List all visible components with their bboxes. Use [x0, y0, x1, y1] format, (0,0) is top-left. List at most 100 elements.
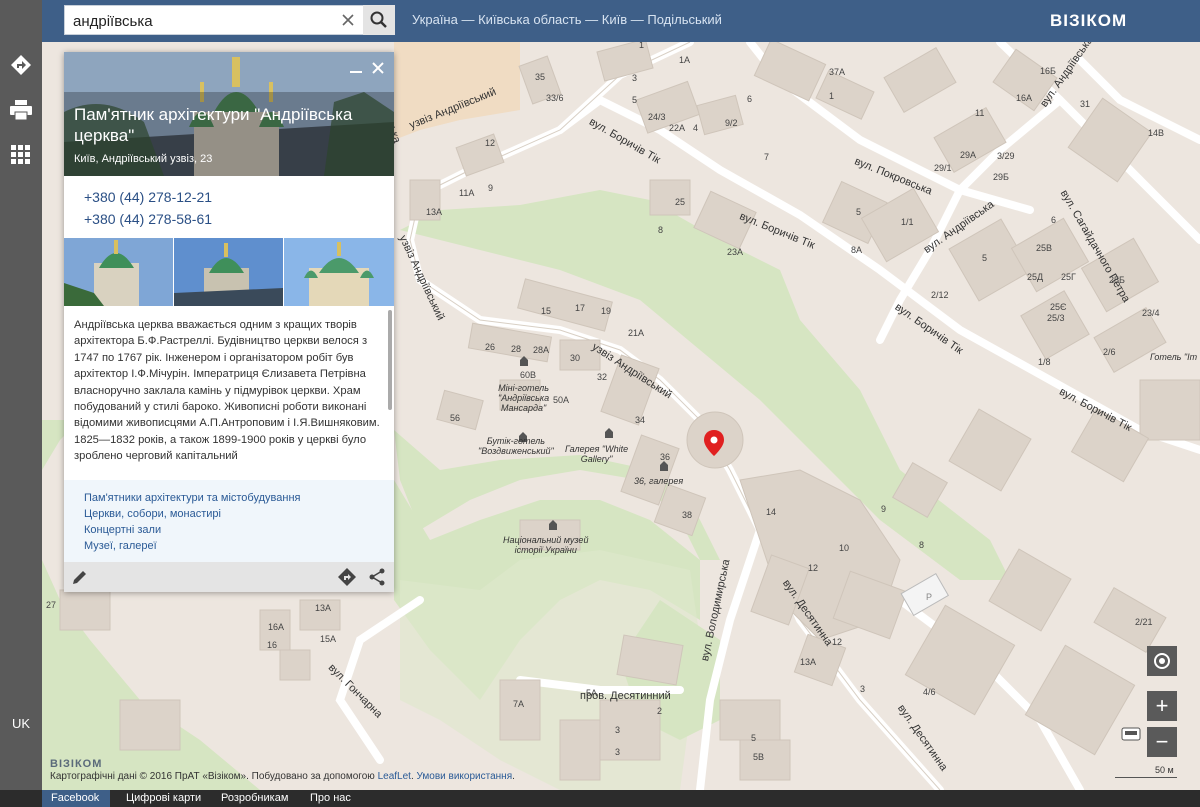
category-link[interactable]: Музеї, галереї — [84, 540, 157, 552]
breadcrumb-item-region[interactable]: Київська область — [478, 12, 581, 27]
house-number: 30 — [570, 353, 581, 363]
house-number: 5 — [751, 733, 757, 743]
house-number: 6 — [747, 94, 753, 104]
house-number: 32 — [597, 372, 608, 382]
house-number: 17 — [575, 303, 586, 313]
phone-link[interactable]: +380 (44) 278-58-61 — [84, 211, 212, 227]
locate-icon — [1154, 653, 1170, 669]
search-box — [64, 5, 364, 35]
close-icon — [342, 14, 354, 26]
house-number: 25Є — [1050, 302, 1067, 312]
phone-link[interactable]: +380 (44) 278-12-21 — [84, 189, 212, 205]
house-number: 36 — [660, 452, 671, 462]
language-switch[interactable]: UK — [0, 716, 42, 731]
house-number: 23/4 — [1142, 308, 1160, 318]
top-bar: Україна — Київська область — Київ — Поді… — [0, 0, 1200, 42]
house-number: 16А — [268, 622, 285, 632]
house-number: 1/8 — [1038, 357, 1051, 367]
apps-grid-icon — [11, 145, 30, 164]
edit-button[interactable] — [70, 567, 90, 587]
house-number: 24/3 — [648, 112, 666, 122]
poi-label[interactable]: Національний музей історії України — [503, 535, 588, 555]
route-icon — [11, 55, 31, 75]
zoom-in-button[interactable]: + — [1147, 691, 1177, 721]
place-title: Пам'ятник архітектури "Андріївська церкв… — [74, 105, 353, 145]
pencil-icon — [73, 571, 86, 584]
terms-link[interactable]: Умови використання — [417, 771, 513, 782]
house-number: 28А — [533, 345, 550, 355]
apps-button[interactable] — [6, 140, 36, 170]
breadcrumb-item-city[interactable]: Київ — [602, 12, 627, 27]
leaflet-link[interactable]: LeafLet — [378, 771, 411, 782]
poi-label[interactable]: 36, галерея — [634, 476, 683, 486]
poi-label[interactable]: Міні-готель "Андріївська Мансарда" — [498, 383, 549, 413]
panel-header: Пам'ятник архітектури "Андріївська церкв… — [64, 52, 394, 176]
house-number: 16Б — [1040, 66, 1056, 76]
poi-label[interactable]: Готель "Im — [1150, 352, 1197, 362]
breadcrumb: Україна — Київська область — Київ — Поді… — [412, 12, 722, 27]
breadcrumb-item-district[interactable]: Подільський — [647, 12, 722, 27]
gallery-photo[interactable] — [174, 238, 283, 306]
house-number: 3 — [615, 725, 621, 735]
house-number: 8А — [851, 245, 863, 255]
house-number: 29/1 — [934, 163, 952, 173]
house-number: 1А — [679, 55, 691, 65]
clear-search-button[interactable] — [334, 5, 362, 35]
footer-link-developers[interactable]: Розробникам — [221, 792, 288, 804]
poi-label[interactable]: Галерея "White Gallery" — [565, 444, 628, 464]
route-to-button[interactable] — [337, 567, 357, 587]
locate-me-button[interactable] — [1147, 646, 1177, 676]
house-number: 1/1 — [901, 217, 914, 227]
panel-footer — [64, 562, 394, 592]
svg-text:P: P — [926, 592, 932, 602]
search-input[interactable] — [73, 10, 333, 32]
photo-gallery — [64, 238, 394, 306]
house-number: 8 — [658, 225, 664, 235]
route-button[interactable] — [6, 50, 36, 80]
place-address: Київ, Андріївський узвіз, 23 — [74, 153, 213, 165]
minimize-panel-button[interactable] — [346, 58, 366, 78]
map-logo: ВІЗІКОМ — [50, 758, 103, 770]
left-toolbar: UK — [0, 0, 42, 790]
house-number: 13А — [426, 207, 443, 217]
house-number: 1 — [639, 42, 645, 50]
house-number: 3 — [615, 747, 621, 757]
description-scrollbar[interactable] — [388, 310, 392, 410]
house-number: 13А — [800, 657, 817, 667]
house-number: 33/6 — [546, 93, 564, 103]
house-number: 5 — [856, 207, 862, 217]
footer-link-maps[interactable]: Цифрові карти — [126, 792, 201, 804]
brand-logo[interactable]: ВІЗІКОМ — [1050, 11, 1127, 31]
house-number: 35 — [535, 72, 546, 82]
poi-label[interactable]: Бутік-готель "Воздвиженський" — [478, 436, 554, 456]
house-number: 25В — [1036, 243, 1053, 253]
house-number: 25Б — [1109, 275, 1125, 285]
house-number: 28 — [511, 344, 522, 354]
gallery-photo[interactable] — [284, 238, 394, 306]
house-number: 7 — [764, 152, 770, 162]
close-panel-button[interactable] — [368, 58, 388, 78]
gallery-photo[interactable] — [64, 238, 173, 306]
house-number: 3 — [860, 684, 866, 694]
footer-link-about[interactable]: Про нас — [310, 792, 351, 804]
print-button[interactable] — [6, 95, 36, 125]
category-link[interactable]: Пам'ятники архітектури та містобудування — [84, 492, 300, 504]
house-number: 25Д — [1027, 272, 1044, 282]
share-button[interactable] — [367, 567, 387, 587]
zoom-out-button[interactable]: − — [1147, 727, 1177, 757]
house-number: 6 — [1051, 215, 1057, 225]
house-number: 11 — [975, 108, 985, 118]
place-info-panel: Пам'ятник архітектури "Андріївська церкв… — [64, 52, 394, 592]
house-number: 9 — [881, 504, 887, 514]
house-number: 26 — [485, 342, 496, 352]
search-button[interactable] — [363, 5, 395, 35]
footer-bar: Facebook Цифрові карти Розробникам Про н… — [0, 790, 1200, 807]
category-link[interactable]: Церкви, собори, монастирі — [84, 508, 221, 520]
category-link[interactable]: Концертні зали — [84, 524, 161, 536]
footer-link-facebook[interactable]: Facebook — [51, 792, 99, 804]
house-number: 8 — [919, 540, 925, 550]
house-number: 37А — [829, 67, 846, 77]
house-number: 25/3 — [1047, 313, 1065, 323]
map-scale-label: 50 м — [1155, 765, 1174, 775]
breadcrumb-item-country[interactable]: Україна — [412, 12, 458, 27]
